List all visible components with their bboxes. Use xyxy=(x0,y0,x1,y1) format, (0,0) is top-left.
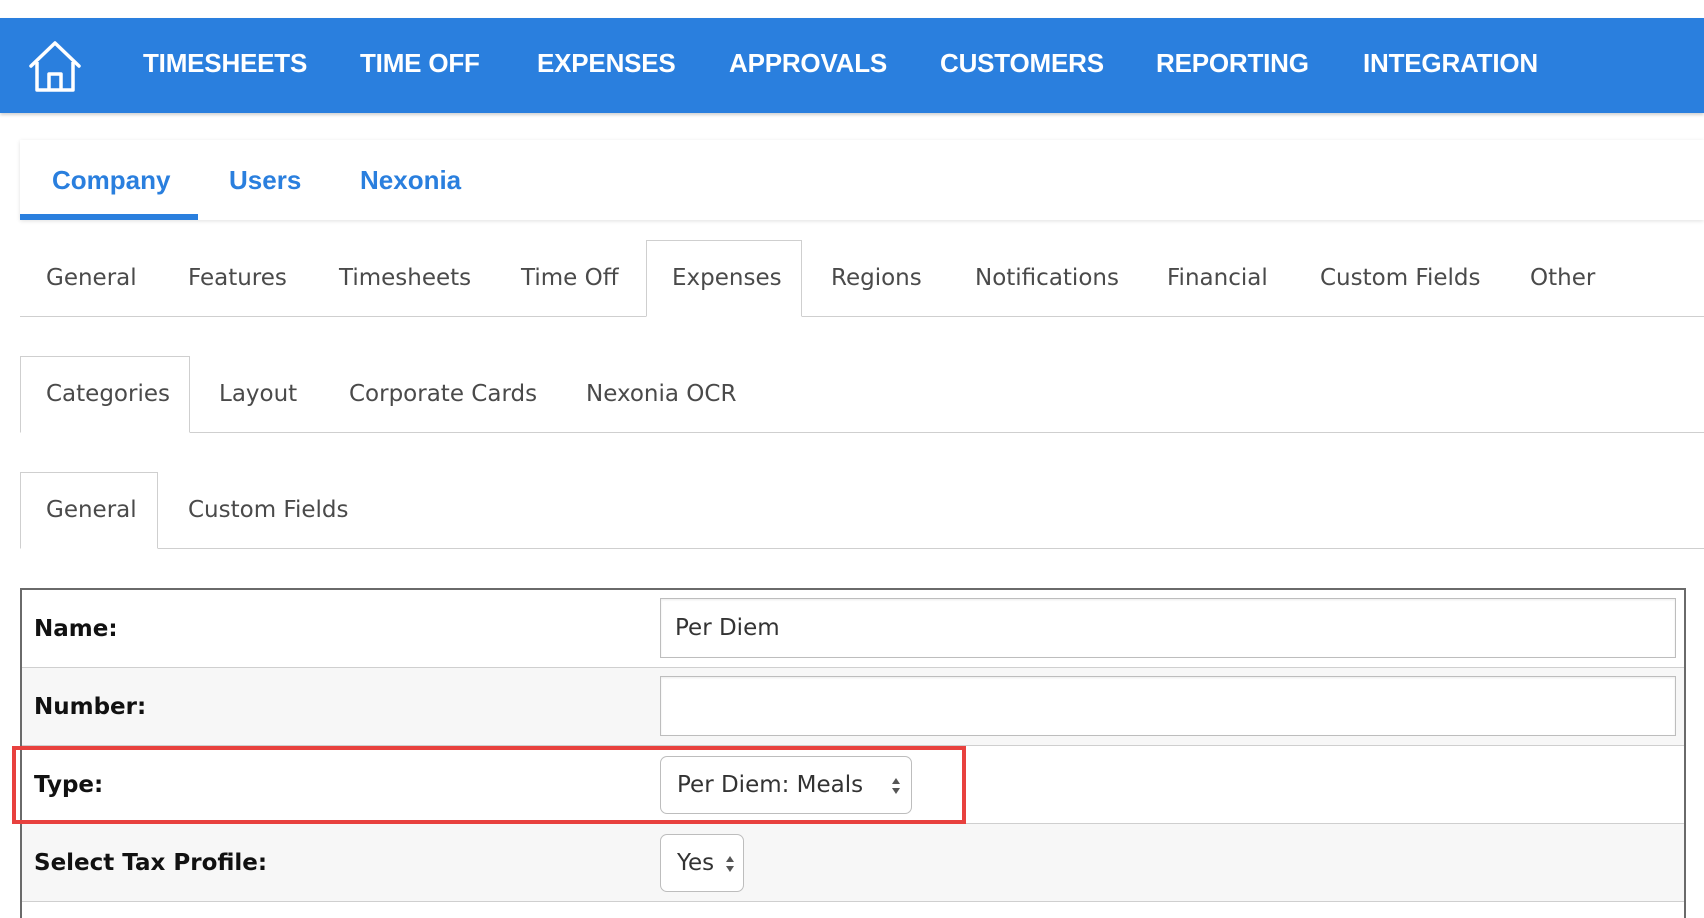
tab-nexonia-label: Nexonia xyxy=(360,165,462,195)
type-label: Type: xyxy=(34,772,104,798)
tab-nexonia[interactable]: Nexonia xyxy=(360,140,461,220)
select-arrows-icon xyxy=(892,778,900,794)
tab-regions[interactable]: Regions xyxy=(831,240,922,316)
tab-category-custom-fields[interactable]: Custom Fields xyxy=(188,472,349,548)
tax-profile-row: Select Tax Profile: Yes xyxy=(22,824,1684,902)
nav-reporting[interactable]: REPORTING xyxy=(1156,48,1309,79)
category-subtabs: General Custom Fields xyxy=(20,472,1704,549)
top-navigation-bar: TIMESHEETS TIME OFF EXPENSES APPROVALS C… xyxy=(0,18,1704,113)
tab-timesheets[interactable]: Timesheets xyxy=(339,240,471,316)
tab-features[interactable]: Features xyxy=(188,240,287,316)
tab-layout[interactable]: Layout xyxy=(219,356,297,432)
home-button[interactable] xyxy=(26,38,84,94)
expense-subtabs: Categories Layout Corporate Cards Nexoni… xyxy=(20,356,1704,433)
nav-time-off[interactable]: TIME OFF xyxy=(360,48,480,79)
tax-profile-select[interactable]: Yes xyxy=(660,834,744,892)
settings-tabs: General Features Timesheets Time Off Exp… xyxy=(20,240,1704,317)
number-input[interactable] xyxy=(660,676,1676,736)
tab-company[interactable]: Company xyxy=(20,140,198,220)
tab-categories[interactable]: Categories xyxy=(20,356,190,433)
tax-profile-label: Select Tax Profile: xyxy=(34,850,268,876)
nav-timesheets[interactable]: TIMESHEETS xyxy=(143,48,307,79)
type-row: Type: Per Diem: Meals xyxy=(22,746,1684,824)
tab-nexonia-ocr[interactable]: Nexonia OCR xyxy=(586,356,736,432)
number-label: Number: xyxy=(34,694,147,720)
nav-integration[interactable]: INTEGRATION xyxy=(1363,48,1538,79)
type-select[interactable]: Per Diem: Meals xyxy=(660,756,912,814)
tab-general[interactable]: General xyxy=(46,240,137,316)
home-icon xyxy=(29,41,81,92)
name-row: Name: Per Diem xyxy=(22,590,1684,668)
tab-time-off[interactable]: Time Off xyxy=(521,240,619,316)
tab-company-label: Company xyxy=(52,165,171,195)
main-tabs: Company Users Nexonia xyxy=(20,140,1704,220)
tax-profile-select-value: Yes xyxy=(677,850,715,876)
tab-custom-fields[interactable]: Custom Fields xyxy=(1320,240,1481,316)
type-select-value: Per Diem: Meals xyxy=(677,772,864,798)
name-label: Name: xyxy=(34,616,118,642)
name-input[interactable]: Per Diem xyxy=(660,598,1676,658)
tab-users[interactable]: Users xyxy=(229,140,301,220)
nav-expenses[interactable]: EXPENSES xyxy=(537,48,676,79)
tab-corporate-cards[interactable]: Corporate Cards xyxy=(349,356,537,432)
tab-users-label: Users xyxy=(229,165,302,195)
tab-other[interactable]: Other xyxy=(1530,240,1595,316)
nav-customers[interactable]: CUSTOMERS xyxy=(940,48,1104,79)
tab-expenses[interactable]: Expenses xyxy=(646,240,802,317)
select-arrows-icon xyxy=(726,856,734,872)
tab-financial[interactable]: Financial xyxy=(1167,240,1268,316)
tab-category-general[interactable]: General xyxy=(20,472,158,549)
category-form: Name: Per Diem Number: Type: Per Diem: M… xyxy=(20,588,1686,918)
number-row: Number: xyxy=(22,668,1684,746)
tab-notifications[interactable]: Notifications xyxy=(975,240,1119,316)
nav-approvals[interactable]: APPROVALS xyxy=(729,48,887,79)
